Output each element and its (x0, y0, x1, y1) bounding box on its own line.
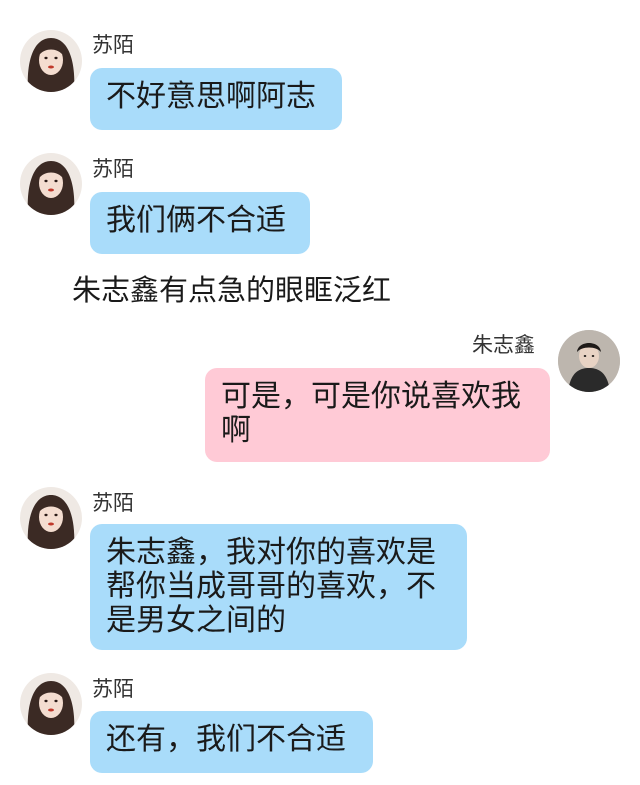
sender-name: 苏陌 (92, 157, 134, 181)
sumo-avatar-icon[interactable] (20, 487, 82, 549)
sumo-avatar-icon[interactable] (20, 153, 82, 215)
zhuzhixin-avatar-icon[interactable] (558, 330, 620, 392)
message-bubble[interactable]: 还有，我们不合适 (90, 711, 373, 773)
message-bubble[interactable]: 朱志鑫，我对你的喜欢是 帮你当成哥哥的喜欢，不 是男女之间的 (90, 524, 467, 650)
sender-name: 苏陌 (92, 33, 134, 57)
sender-name: 苏陌 (92, 491, 134, 515)
narration-text: 朱志鑫有点急的眼眶泛红 (72, 273, 392, 307)
message-bubble[interactable]: 可是，可是你说喜欢我 啊 (205, 368, 550, 462)
sender-name: 朱志鑫 (472, 333, 535, 357)
sender-name: 苏陌 (92, 677, 134, 701)
message-bubble[interactable]: 我们俩不合适 (90, 192, 310, 254)
sumo-avatar-icon[interactable] (20, 30, 82, 92)
sumo-avatar-icon[interactable] (20, 673, 82, 735)
message-bubble[interactable]: 不好意思啊阿志 (90, 68, 342, 130)
